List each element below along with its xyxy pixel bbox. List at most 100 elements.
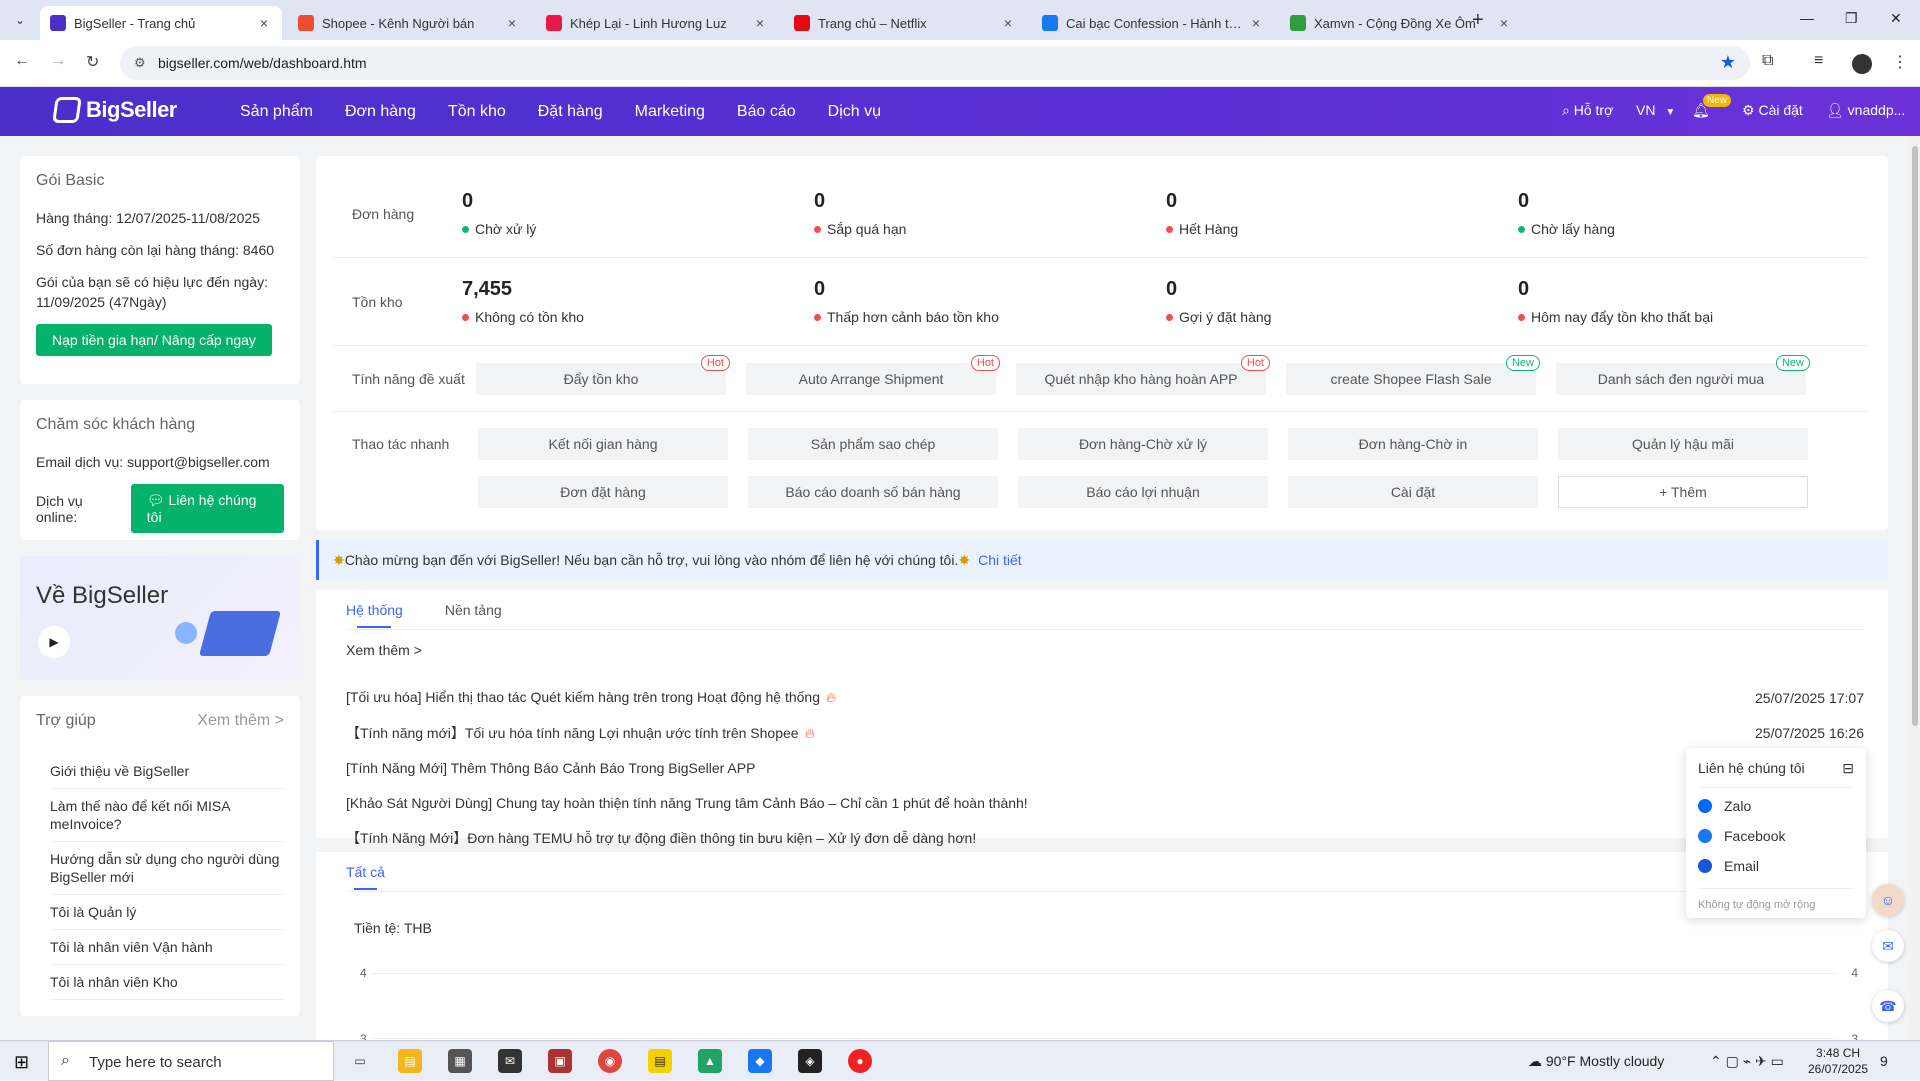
- new-tab-button[interactable]: +: [1472, 10, 1484, 30]
- store-icon[interactable]: ▦: [448, 1049, 472, 1073]
- task-view-icon[interactable]: ▭: [348, 1049, 372, 1073]
- bigseller-logo[interactable]: BigSeller: [52, 97, 177, 123]
- restore-icon[interactable]: ❐: [1845, 10, 1858, 27]
- contact-us-button[interactable]: 💬︎ Liên hệ chúng tôi: [130, 484, 284, 533]
- close-window-icon[interactable]: ✕: [1890, 10, 1902, 27]
- tab-search-icon[interactable]: ⌄: [8, 8, 32, 32]
- about-bigseller-banner[interactable]: Về BigSeller ▶: [20, 556, 300, 680]
- weather-widget[interactable]: ☁ 90°F Mostly cloudy: [1528, 1053, 1664, 1070]
- message-icon[interactable]: ✉: [1872, 930, 1904, 962]
- browser-tab[interactable]: BigSeller - Trang chủ ×: [40, 6, 282, 40]
- nav-item[interactable]: Báo cáo: [737, 103, 796, 121]
- mail-icon[interactable]: ✉: [498, 1049, 522, 1073]
- windows-start-icon[interactable]: ⊞: [14, 1052, 29, 1073]
- stat-item[interactable]: 0 Hôm nay đẩy tồn kho thất bại: [1518, 278, 1870, 325]
- system-clock[interactable]: 3:48 CH 26/07/2025: [1808, 1045, 1868, 1077]
- help-item[interactable]: Tôi là Quản lý: [50, 895, 284, 930]
- help-item[interactable]: Làm thế nào để kết nối MISA meInvoice?: [50, 789, 284, 842]
- currency-value[interactable]: THB: [404, 920, 432, 936]
- feature-button[interactable]: Auto Arrange Shipment Hot: [746, 354, 1000, 395]
- browser-tab[interactable]: Xamvn - Cộng Đồng Xe Ôm ×: [1280, 6, 1522, 40]
- quick-action-button[interactable]: Quản lý hậu mãi: [1558, 428, 1808, 460]
- nav-item[interactable]: Marketing: [635, 103, 705, 121]
- stat-item[interactable]: 7,455 Không có tồn kho: [462, 278, 814, 325]
- feature-button[interactable]: Đẩy tồn kho Hot: [476, 354, 730, 395]
- tray-icons[interactable]: ⌃ ▢ ⌁ ✈ ▭: [1710, 1053, 1784, 1070]
- help-item[interactable]: Tôi là nhân viên Kho: [50, 965, 284, 1000]
- nav-item[interactable]: Dịch vụ: [828, 103, 881, 121]
- tab-close-icon[interactable]: ×: [256, 15, 272, 31]
- notification-center-icon[interactable]: 9: [1880, 1053, 1888, 1069]
- help-item[interactable]: Giới thiệu về BigSeller: [50, 754, 284, 789]
- collapse-icon[interactable]: ⊟: [1842, 760, 1854, 777]
- tab-close-icon[interactable]: ×: [504, 15, 520, 31]
- contact-option[interactable]: Email: [1698, 858, 1854, 874]
- profile-avatar[interactable]: [1852, 54, 1872, 74]
- forward-icon[interactable]: →: [50, 52, 66, 70]
- news-more-link[interactable]: Xem thêm >: [346, 630, 1864, 670]
- stat-item[interactable]: 0 Thấp hơn cảnh báo tồn kho: [814, 278, 1166, 325]
- chat-bubble-icon[interactable]: ☎: [1872, 990, 1904, 1022]
- news-item[interactable]: [Tối ưu hóa] Hiển thị thao tác Quét kiếm…: [346, 680, 1864, 715]
- file-explorer-icon[interactable]: ▤: [398, 1049, 422, 1073]
- chrome-icon[interactable]: ◉: [598, 1049, 622, 1073]
- news-title[interactable]: 【Tính năng mới】Tối ưu hóa tính năng Lợi …: [346, 725, 799, 741]
- nav-item[interactable]: Đơn hàng: [345, 103, 416, 121]
- language-selector[interactable]: VN ▼: [1636, 102, 1675, 118]
- news-title[interactable]: [Khảo Sát Người Dùng] Chung tay hoàn thi…: [346, 795, 1028, 811]
- news-title[interactable]: [Tính Năng Mới] Thêm Thông Báo Cảnh Báo …: [346, 760, 755, 776]
- media-control-icon[interactable]: ≡: [1814, 52, 1823, 70]
- site-info-icon[interactable]: ⚙: [134, 55, 146, 71]
- url-bar[interactable]: ⚙ bigseller.com/web/dashboard.htm ★: [120, 46, 1750, 80]
- menu-kebab-icon[interactable]: ⋮: [1892, 52, 1908, 72]
- browser-tab[interactable]: Khép Lại - Linh Hương Luz ×: [536, 6, 778, 40]
- stat-item[interactable]: 0 Gợi ý đặt hàng: [1166, 278, 1518, 325]
- extensions-icon[interactable]: ⧉: [1762, 52, 1773, 70]
- news-title[interactable]: 【Tính Năng Mới】Đơn hàng TEMU hỗ trợ tự đ…: [346, 830, 976, 846]
- google-drive-icon[interactable]: ▲: [698, 1049, 722, 1073]
- feature-button[interactable]: Danh sách đen người mua New: [1556, 354, 1810, 395]
- quick-action-button[interactable]: Báo cáo doanh số bán hàng: [748, 476, 998, 508]
- taskbar-search[interactable]: ⌕ Type here to search: [48, 1041, 334, 1081]
- news-item[interactable]: [Khảo Sát Người Dùng] Chung tay hoàn thi…: [346, 785, 1864, 820]
- back-icon[interactable]: ←: [14, 52, 30, 70]
- help-item[interactable]: Hướng dẫn sử dụng cho người dùng BigSell…: [50, 842, 284, 895]
- nav-item[interactable]: Sản phẩm: [240, 103, 313, 121]
- feature-button[interactable]: Quét nhập kho hàng hoàn APP Hot: [1016, 354, 1270, 395]
- reload-icon[interactable]: ↻: [86, 52, 99, 72]
- news-item[interactable]: [Tính Năng Mới] Thêm Thông Báo Cảnh Báo …: [346, 750, 1864, 785]
- browser-tab[interactable]: Cai bạc Confession - Hành trình ×: [1032, 6, 1274, 40]
- tab-close-icon[interactable]: ×: [1496, 15, 1512, 31]
- nav-item[interactable]: Đặt hàng: [538, 103, 603, 121]
- news-title[interactable]: [Tối ưu hóa] Hiển thị thao tác Quét kiếm…: [346, 689, 820, 705]
- browser-tab[interactable]: Shopee - Kênh Người bán ×: [288, 6, 530, 40]
- quick-action-button[interactable]: Đơn đặt hàng: [478, 476, 728, 508]
- news-tab[interactable]: Hệ thống: [346, 592, 403, 628]
- quick-action-button[interactable]: Cài đặt: [1288, 476, 1538, 508]
- browser-tab[interactable]: Trang chủ – Netflix ×: [784, 6, 1026, 40]
- news-tab[interactable]: Nền tảng: [445, 592, 502, 628]
- help-more-link[interactable]: Xem thêm >: [197, 712, 284, 730]
- settings-menu[interactable]: ⚙ Cài đặt: [1742, 102, 1803, 119]
- quick-action-button[interactable]: Sản phẩm sao chép: [748, 428, 998, 460]
- support-agent-avatar[interactable]: ☺: [1872, 884, 1904, 916]
- security-icon[interactable]: ◆: [748, 1049, 772, 1073]
- stat-item[interactable]: 0 Hết Hàng: [1166, 190, 1518, 237]
- news-item[interactable]: 【Tính Năng Mới】Đơn hàng TEMU hỗ trợ tự đ…: [346, 820, 1864, 855]
- stat-item[interactable]: 0 Sắp quá hạn: [814, 190, 1166, 237]
- minimize-icon[interactable]: —: [1800, 10, 1814, 26]
- url-text[interactable]: bigseller.com/web/dashboard.htm: [158, 55, 367, 71]
- stat-item[interactable]: 0 Chờ xử lý: [462, 190, 814, 237]
- tab-all[interactable]: Tất cả: [346, 854, 385, 890]
- bookmark-star-icon[interactable]: ★: [1720, 52, 1736, 73]
- sticky-notes-icon[interactable]: ▤: [648, 1049, 672, 1073]
- media-app-icon[interactable]: ●: [848, 1049, 872, 1073]
- add-quick-action-button[interactable]: + Thêm: [1558, 476, 1808, 508]
- support-menu[interactable]: ⌕ Hỗ trợ: [1562, 102, 1613, 119]
- feature-button[interactable]: create Shopee Flash Sale New: [1286, 354, 1540, 395]
- quick-action-button[interactable]: Đơn hàng-Chờ xử lý: [1018, 428, 1268, 460]
- contact-option[interactable]: Facebook: [1698, 828, 1854, 844]
- contact-option[interactable]: Zalo: [1698, 798, 1854, 814]
- play-icon[interactable]: ▶: [38, 626, 70, 658]
- notice-detail-link[interactable]: Chi tiết: [978, 552, 1022, 568]
